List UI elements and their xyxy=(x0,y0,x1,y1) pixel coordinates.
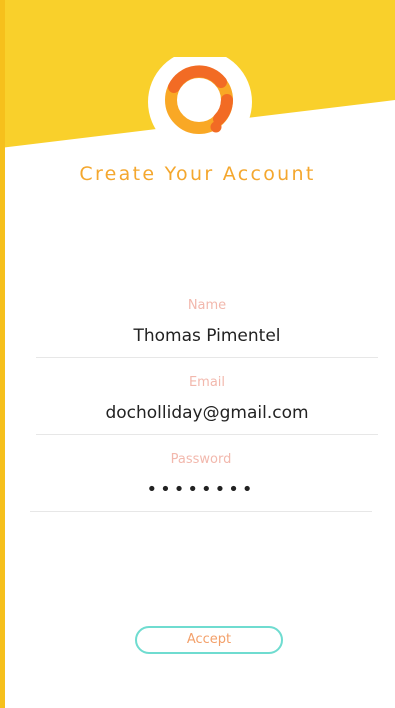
password-field[interactable]: Password •••••••• xyxy=(30,451,372,512)
page-title: Create Your Account xyxy=(79,163,316,185)
name-input[interactable]: Thomas Pimentel xyxy=(36,323,378,349)
accept-button[interactable]: Accept xyxy=(135,626,283,654)
name-field[interactable]: Name Thomas Pimentel xyxy=(36,297,378,358)
left-border xyxy=(0,0,5,708)
email-label: Email xyxy=(188,375,226,390)
email-field[interactable]: Email docholliday@gmail.com xyxy=(36,374,378,435)
q-logo-icon xyxy=(148,57,252,147)
name-label: Name xyxy=(187,298,227,313)
password-underline xyxy=(30,511,372,512)
password-label: Password xyxy=(170,452,232,467)
email-underline xyxy=(36,434,378,435)
signup-screen: Create Your Account Name Thomas Pimentel… xyxy=(0,0,395,708)
name-underline xyxy=(36,357,378,358)
password-input[interactable]: •••••••• xyxy=(30,477,372,503)
email-input[interactable]: docholliday@gmail.com xyxy=(36,400,378,426)
